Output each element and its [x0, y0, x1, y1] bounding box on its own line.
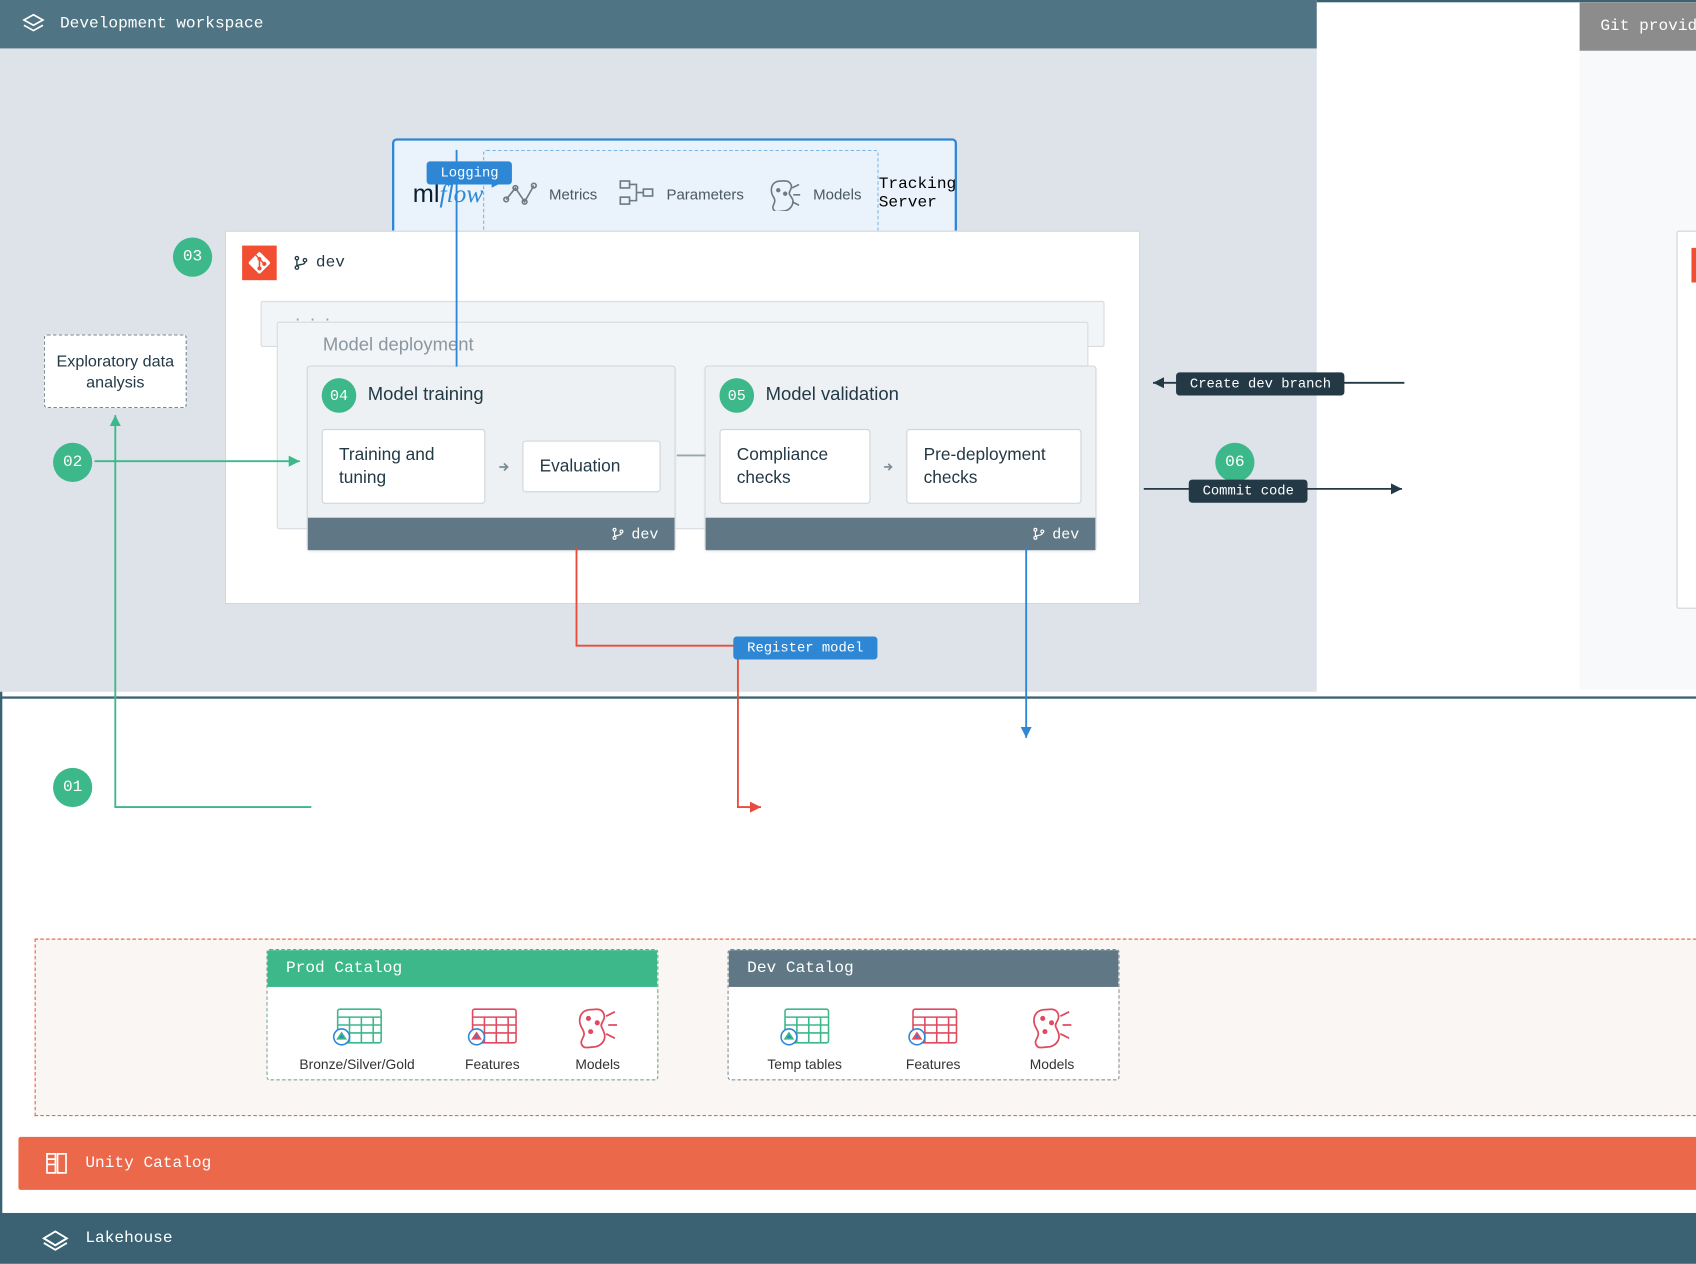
- tree-file: integration.py: [1691, 558, 1696, 587]
- prod-catalog-title: Prod Catalog: [267, 950, 657, 987]
- commit-code-label: Commit code: [1189, 480, 1308, 503]
- development-workspace: Development workspace mlflow Metrics Par…: [0, 0, 1317, 692]
- arrow-right-icon: [882, 458, 895, 474]
- model-training-card: 04 Model training Training and tuning Ev…: [307, 366, 676, 552]
- create-branch-label: Create dev branch: [1176, 372, 1345, 395]
- catalog-icon: [44, 1151, 69, 1176]
- dev-features: Features: [906, 1001, 961, 1072]
- tree-folder-models: models: [1691, 296, 1696, 325]
- tree-file: deploy.py: [1691, 354, 1696, 383]
- tracking-parameters: Parameters: [618, 176, 744, 211]
- unity-catalog-label: Unity Catalog: [85, 1154, 211, 1172]
- prod-models: Models: [570, 1001, 625, 1072]
- git-icon: [1691, 248, 1696, 283]
- compliance-step: Compliance checks: [719, 429, 870, 504]
- step-03-badge: 03: [173, 238, 212, 277]
- tracking-models: Models: [765, 176, 862, 211]
- step-05-badge: 05: [719, 378, 754, 413]
- arrow-right-icon: [497, 458, 511, 474]
- logging-pill: Logging: [427, 161, 513, 184]
- file-tree: models train.py deploy.py inference.py m…: [1691, 296, 1696, 586]
- dev-models: Models: [1024, 1001, 1079, 1072]
- dev-catalog-title: Dev Catalog: [729, 950, 1119, 987]
- tracking-metrics: Metrics: [501, 176, 598, 211]
- training-footer: dev: [308, 518, 675, 550]
- main-repo-header: dev: [226, 232, 1139, 290]
- step-02-badge: 02: [53, 443, 92, 482]
- dev-temp-tables: Temp tables: [767, 1001, 842, 1072]
- register-model-pill: Register model: [733, 636, 877, 659]
- pipeline-cards: . . . Model deployment 04 Model training…: [261, 301, 1105, 585]
- model-deployment-label: Model deployment: [323, 336, 474, 357]
- tracking-server-title: Tracking Server: [879, 175, 957, 212]
- step-06-badge: 06: [1215, 443, 1254, 482]
- prod-features: Features: [465, 1001, 520, 1072]
- validation-footer: dev: [706, 518, 1096, 550]
- tree-file: featurization.py: [1691, 471, 1696, 500]
- git-provider-header: Git provider: [1580, 2, 1696, 50]
- ellipsis-dots: . . .: [295, 306, 332, 327]
- prod-tables: Bronze/Silver/Gold: [299, 1001, 414, 1072]
- predeploy-step: Pre-deployment checks: [906, 429, 1081, 504]
- tree-file: inference.py: [1691, 383, 1696, 412]
- git-repo-card: dev models train.py deploy.py inference.…: [1676, 231, 1696, 609]
- tree-file: train.py: [1691, 325, 1696, 354]
- exploratory-analysis-box: Exploratory data analysis: [44, 334, 187, 408]
- catalog-area: Prod Catalog Bronze/Silver/Gold Features…: [35, 939, 1696, 1117]
- development-workspace-header: Development workspace: [0, 0, 1317, 48]
- tree-folder-tests: tests: [1691, 500, 1696, 529]
- validation-title: Model validation: [766, 385, 899, 406]
- dev-workspace-label: Development workspace: [60, 15, 263, 33]
- main-repo-card: dev . . . Model deployment 04 Model trai…: [225, 231, 1140, 605]
- tree-folder-data: data: [1691, 442, 1696, 471]
- main-repo-branch: dev: [293, 254, 345, 272]
- step-01-badge: 01: [53, 768, 92, 807]
- tracking-server: Metrics Parameters Models: [483, 150, 878, 238]
- stack-icon: [21, 12, 46, 37]
- dev-catalog: Dev Catalog Temp tables Features Models: [728, 949, 1120, 1080]
- git-icon: [242, 246, 277, 281]
- training-title: Model training: [368, 385, 484, 406]
- step-04-badge: 04: [322, 378, 357, 413]
- model-validation-card: 05 Model validation Compliance checks Pr…: [704, 366, 1096, 552]
- evaluation-step: Evaluation: [522, 440, 660, 492]
- tree-file: monitoring.py: [1691, 412, 1696, 441]
- prod-catalog: Prod Catalog Bronze/Silver/Gold Features…: [266, 949, 658, 1080]
- unity-catalog-bar: Unity Catalog: [18, 1137, 1696, 1190]
- training-tuning-step: Training and tuning: [322, 429, 485, 504]
- tree-file: unit.py: [1691, 529, 1696, 558]
